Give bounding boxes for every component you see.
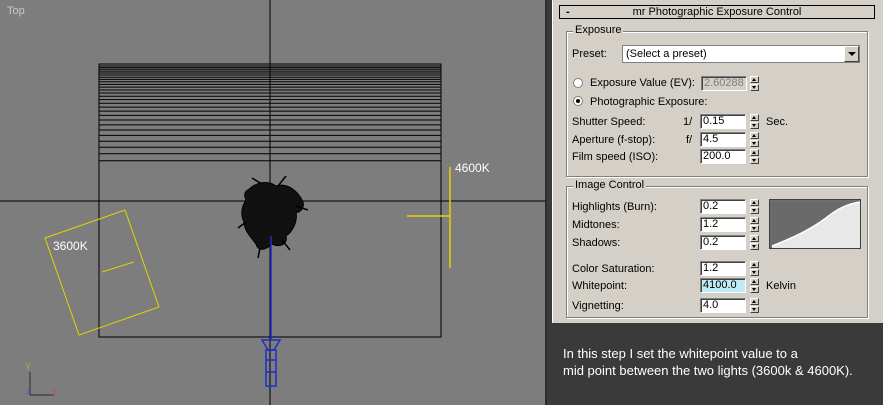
ev-spinner[interactable] — [750, 76, 759, 91]
shutter-speed-field[interactable]: 0.15 — [700, 114, 746, 129]
axis-z-label: z — [26, 386, 31, 396]
collapse-icon[interactable]: - — [566, 6, 570, 18]
axis-x-label: x — [52, 387, 57, 397]
shutter-unit: Sec. — [766, 116, 789, 128]
tutorial-caption: In this step I set the whitepoint value … — [563, 345, 881, 379]
ev-radio[interactable] — [573, 78, 583, 88]
aperture-label: Aperture (f-stop): — [572, 134, 656, 146]
whitepoint-field[interactable]: 4100.0 — [700, 278, 746, 293]
shadows-spinner[interactable] — [750, 235, 759, 250]
highlights-field[interactable]: 0.2 — [700, 199, 746, 214]
shutter-spinner[interactable] — [750, 114, 759, 129]
caption-line-1: In this step I set the whitepoint value … — [563, 346, 798, 361]
shadows-field[interactable]: 0.2 — [700, 235, 746, 250]
exposure-control-panel: - mr Photographic Exposure Control Expos… — [552, 0, 883, 323]
image-control-title: Image Control — [573, 179, 647, 191]
highlights-spinner[interactable] — [750, 199, 759, 214]
exposure-curve-graph — [769, 199, 861, 249]
viewport-label[interactable]: Top — [7, 5, 25, 17]
camera-object — [260, 236, 282, 387]
exposure-group-title: Exposure — [573, 24, 624, 36]
preset-dropdown[interactable]: (Select a preset) — [622, 45, 860, 63]
whitepoint-spinner[interactable] — [750, 278, 759, 293]
vignetting-spinner[interactable] — [750, 298, 759, 313]
ev-field[interactable]: 2.60288 — [701, 76, 747, 91]
shutter-label: Shutter Speed: — [572, 116, 646, 128]
preset-label: Preset: — [572, 48, 607, 60]
top-viewport[interactable]: Top 3600K 4600K y x z — [0, 0, 547, 405]
saturation-label: Color Saturation: — [572, 263, 655, 275]
vignetting-field[interactable]: 4.0 — [700, 298, 746, 313]
curve-line — [770, 201, 861, 248]
saturation-spinner[interactable] — [750, 261, 759, 276]
aperture-spinner[interactable] — [750, 132, 759, 147]
rollout-header[interactable]: - mr Photographic Exposure Control — [559, 5, 875, 19]
film-speed-label: Film speed (ISO): — [572, 151, 659, 163]
rollout-title: mr Photographic Exposure Control — [632, 6, 802, 18]
shadows-label: Shadows: — [572, 237, 621, 249]
left-light-label: 3600K — [53, 239, 88, 253]
highlights-label: Highlights (Burn): — [572, 201, 657, 213]
left-light-3600k — [44, 209, 160, 336]
vignetting-label: Vignetting: — [572, 300, 624, 312]
aperture-prefix: f/ — [686, 134, 693, 146]
whitepoint-unit: Kelvin — [766, 280, 796, 292]
viewport-scene — [0, 0, 545, 405]
aperture-field[interactable]: 4.5 — [700, 132, 746, 147]
saturation-field[interactable]: 1.2 — [700, 261, 746, 276]
shutter-prefix: 1/ — [683, 116, 693, 128]
ev-label: Exposure Value (EV): — [590, 77, 695, 89]
midtones-label: Midtones: — [572, 219, 620, 231]
axis-gizmo — [29, 372, 54, 396]
midtones-field[interactable]: 1.2 — [700, 217, 746, 232]
photographic-label: Photographic Exposure: — [590, 96, 708, 108]
film-speed-spinner[interactable] — [750, 149, 759, 164]
dropdown-arrow-icon[interactable] — [844, 46, 859, 62]
plant-object — [237, 175, 309, 259]
right-light-label: 4600K — [455, 161, 490, 175]
midtones-spinner[interactable] — [750, 217, 759, 232]
preset-value: (Select a preset) — [626, 48, 707, 60]
left-light-direction — [101, 261, 135, 273]
axis-y-label: y — [26, 360, 31, 370]
film-speed-field[interactable]: 200.0 — [700, 149, 746, 164]
whitepoint-label: Whitepoint: — [572, 280, 628, 292]
caption-line-2: mid point between the two lights (3600k … — [563, 363, 853, 378]
photographic-radio[interactable] — [573, 96, 583, 106]
